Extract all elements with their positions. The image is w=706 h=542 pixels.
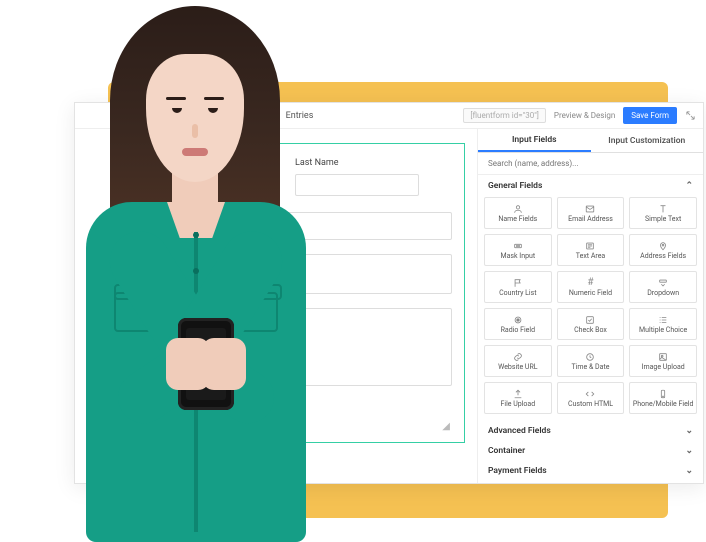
field-country-list[interactable]: Country List [484, 271, 552, 303]
clock-icon [585, 351, 595, 362]
flag-icon [513, 277, 523, 288]
user-icon [513, 203, 523, 214]
general-field-grid: Name Fields Email Address Simple Text Ma… [484, 195, 697, 420]
right-panel: Input Fields Input Customization General… [478, 129, 703, 483]
field-time-date[interactable]: Time & Date [557, 345, 625, 377]
last-name-input[interactable] [295, 174, 419, 196]
field-address-fields[interactable]: Address Fields [629, 234, 697, 266]
shortcode-chip[interactable]: [fluentform id="30"] [463, 108, 546, 123]
top-nav: s Entries [81, 111, 313, 121]
tab-input-customization[interactable]: Input Customization [591, 129, 704, 152]
nav-item[interactable]: s [261, 111, 266, 121]
field-numeric-field[interactable]: #Numeric Field [557, 271, 625, 303]
chevron-down-icon: ⌄ [685, 446, 693, 456]
field-multiple-choice[interactable]: Multiple Choice [629, 308, 697, 340]
field-radio-field[interactable]: Radio Field [484, 308, 552, 340]
form-textarea-3[interactable] [128, 308, 452, 386]
textarea-icon [585, 240, 595, 251]
preview-design-link[interactable]: Preview & Design [554, 111, 615, 120]
top-bar: s Entries [fluentform id="30"] Preview &… [75, 103, 703, 129]
field-mask-input[interactable]: Mask Input [484, 234, 552, 266]
main-area: Last Name ◢ Input Fields Input Customiza… [75, 129, 703, 483]
field-website-url[interactable]: Website URL [484, 345, 552, 377]
section-label: General Fields [488, 181, 542, 191]
field-check-box[interactable]: Check Box [557, 308, 625, 340]
field-dropdown[interactable]: Dropdown [629, 271, 697, 303]
section-label: Container [488, 446, 525, 456]
form-textarea-2[interactable] [128, 254, 452, 294]
section-label: Payment Fields [488, 466, 547, 476]
form-builder-window: s Entries [fluentform id="30"] Preview &… [74, 102, 704, 484]
code-icon [585, 388, 595, 399]
field-file-upload[interactable]: File Upload [484, 382, 552, 414]
chevron-down-icon: ⌄ [685, 426, 693, 436]
form-textarea-1[interactable] [128, 212, 452, 240]
section-container[interactable]: Container ⌄ [484, 440, 697, 460]
expand-icon[interactable] [683, 109, 697, 123]
resize-handle-icon: ◢ [442, 421, 450, 432]
link-icon [513, 351, 523, 362]
section-general-fields[interactable]: General Fields ⌃ [484, 175, 697, 195]
tab-input-fields[interactable]: Input Fields [478, 129, 591, 152]
field-text-area[interactable]: Text Area [557, 234, 625, 266]
last-name-label: Last Name [295, 158, 452, 168]
image-icon [658, 351, 668, 362]
mask-icon [513, 240, 523, 251]
field-email-address[interactable]: Email Address [557, 197, 625, 229]
field-phone-mobile[interactable]: Phone/Mobile Field [629, 382, 697, 414]
mail-icon [585, 203, 595, 214]
section-advanced-fields[interactable]: Advanced Fields ⌄ [484, 420, 697, 440]
nav-item-entries[interactable]: Entries [286, 111, 314, 121]
phone-icon [658, 388, 668, 399]
field-image-upload[interactable]: Image Upload [629, 345, 697, 377]
save-form-button[interactable]: Save Form [623, 107, 677, 124]
form-card[interactable]: Last Name ◢ [115, 143, 465, 443]
list-check-icon [658, 314, 668, 325]
field-custom-html[interactable]: Custom HTML [557, 382, 625, 414]
chevron-up-icon: ⌃ [685, 181, 693, 191]
form-canvas[interactable]: Last Name ◢ [75, 129, 478, 483]
upload-icon [513, 388, 523, 399]
pin-icon [658, 240, 668, 251]
radio-icon [513, 314, 523, 325]
field-search-input[interactable] [478, 153, 703, 175]
checkbox-icon [585, 314, 595, 325]
section-payment-fields[interactable]: Payment Fields ⌄ [484, 460, 697, 480]
panel-scroll: General Fields ⌃ Name Fields Email Addre… [478, 175, 703, 483]
field-name-fields[interactable]: Name Fields [484, 197, 552, 229]
dropdown-icon [658, 277, 668, 288]
chevron-down-icon: ⌄ [685, 466, 693, 476]
hash-icon: # [587, 277, 593, 288]
field-simple-text[interactable]: Simple Text [629, 197, 697, 229]
section-label: Advanced Fields [488, 426, 551, 436]
panel-tabs: Input Fields Input Customization [478, 129, 703, 153]
text-icon [658, 203, 668, 214]
